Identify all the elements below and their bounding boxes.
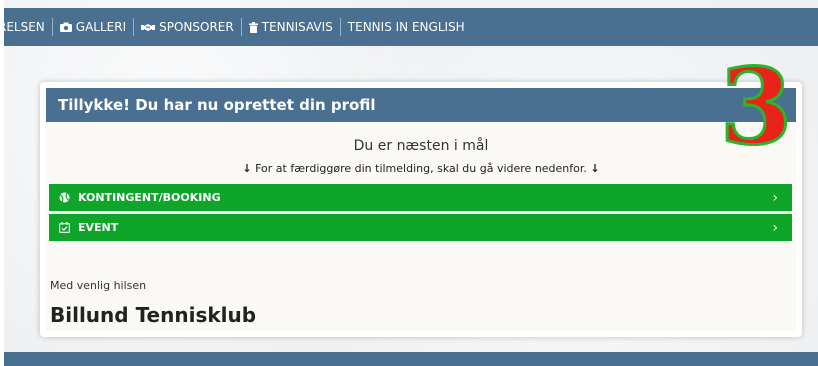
subtitle: Du er næsten i mål <box>353 138 489 154</box>
card-title: Tillykke! Du har nu oprettet din profil <box>46 88 796 122</box>
nav-item-label: SPONSORER <box>159 20 234 34</box>
nav-item-label: TENNISAVIS <box>261 20 333 34</box>
camera-icon <box>59 22 72 32</box>
nav-item-sponsorer[interactable]: SPONSORER <box>134 16 241 38</box>
arrow-down-icon: ↓ <box>242 162 252 175</box>
footer-bar <box>4 352 818 366</box>
top-navigation: RELSEN GALLERI SPONSORER TENNISAVIS TENN… <box>4 8 818 46</box>
nav-item-tennisavis[interactable]: TENNISAVIS <box>242 16 340 38</box>
tennis-ball-icon <box>59 192 70 203</box>
event-button[interactable]: EVENT › <box>49 214 792 241</box>
trash-icon <box>248 21 258 33</box>
arrow-down-icon: ↓ <box>590 162 600 175</box>
button-label: KONTINGENT/BOOKING <box>78 191 221 204</box>
nav-item-bestyrelsen[interactable]: RELSEN <box>4 16 52 38</box>
club-name: Billund Tennisklub <box>50 303 257 327</box>
button-label: EVENT <box>78 221 119 234</box>
handshake-icon <box>141 22 156 32</box>
nav-item-galleri[interactable]: GALLERI <box>53 16 133 38</box>
page-background: RELSEN GALLERI SPONSORER TENNISAVIS TENN… <box>4 0 818 366</box>
profile-created-card: Tillykke! Du har nu oprettet din profil … <box>40 82 802 337</box>
nav-item-tennis-in-english[interactable]: TENNIS IN ENGLISH <box>341 16 472 38</box>
chevron-right-icon: › <box>772 189 778 206</box>
kontingent-booking-button[interactable]: KONTINGENT/BOOKING › <box>49 184 792 211</box>
nav-item-label: RELSEN <box>4 20 45 34</box>
closing-text: Med venlig hilsen <box>50 279 147 292</box>
calendar-check-icon <box>59 222 70 233</box>
nav-item-label: TENNIS IN ENGLISH <box>347 20 465 34</box>
step-number-overlay: 3 <box>718 45 793 168</box>
card-body: Du er næsten i mål ↓ For at færdiggøre d… <box>46 122 796 331</box>
instruction-label: For at færdiggøre din tilmelding, skal d… <box>255 162 587 175</box>
instruction-text: ↓ For at færdiggøre din tilmelding, skal… <box>46 162 796 175</box>
nav-item-label: GALLERI <box>75 20 127 34</box>
chevron-right-icon: › <box>772 219 778 236</box>
